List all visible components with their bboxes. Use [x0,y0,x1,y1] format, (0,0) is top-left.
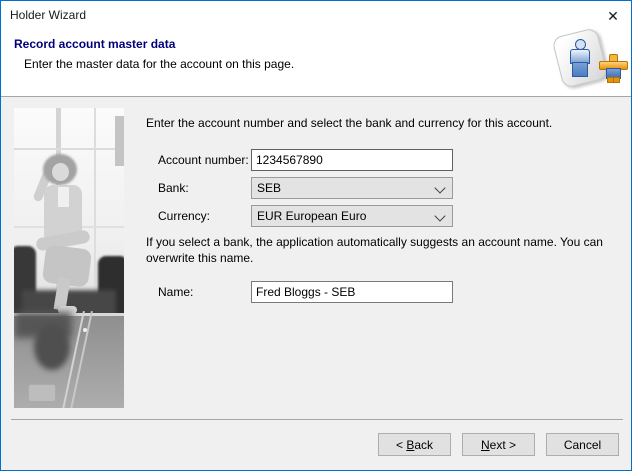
bank-note-line2: overwrite this name. [146,250,603,266]
name-label: Name: [158,285,193,299]
bank-select[interactable]: SEB [251,177,453,199]
page-title: Record account master data [14,37,175,51]
bank-selected-value: SEB [257,181,281,195]
chevron-down-icon [434,182,445,193]
bank-note-text: If you select a bank, the application au… [146,234,603,266]
footer-divider [11,419,623,420]
close-icon[interactable]: ✕ [600,4,626,28]
back-button[interactable]: < Back [378,433,451,456]
cancel-button-label: Cancel [564,438,601,452]
holder-wizard-icon [549,27,629,93]
next-button[interactable]: Next > [462,433,535,456]
currency-selected-value: EUR European Euro [257,209,366,223]
name-input[interactable] [251,281,453,303]
cancel-button[interactable]: Cancel [546,433,619,456]
window-title: Holder Wizard [10,8,86,22]
currency-label: Currency: [158,209,210,223]
form-instruction: Enter the account number and select the … [146,116,616,130]
holder-wizard-dialog: Holder Wizard ✕ Record account master da… [0,0,632,471]
wizard-header: Holder Wizard ✕ Record account master da… [1,1,631,97]
account-number-label: Account number: [158,153,249,167]
back-button-label: < [396,438,406,452]
chevron-down-icon [434,210,445,221]
account-number-input[interactable] [251,149,453,171]
bank-note-line1: If you select a bank, the application au… [146,234,603,250]
bank-label: Bank: [158,181,189,195]
currency-select[interactable]: EUR European Euro [251,205,453,227]
page-subtitle: Enter the master data for the account on… [24,57,294,71]
wizard-photo [14,108,124,408]
